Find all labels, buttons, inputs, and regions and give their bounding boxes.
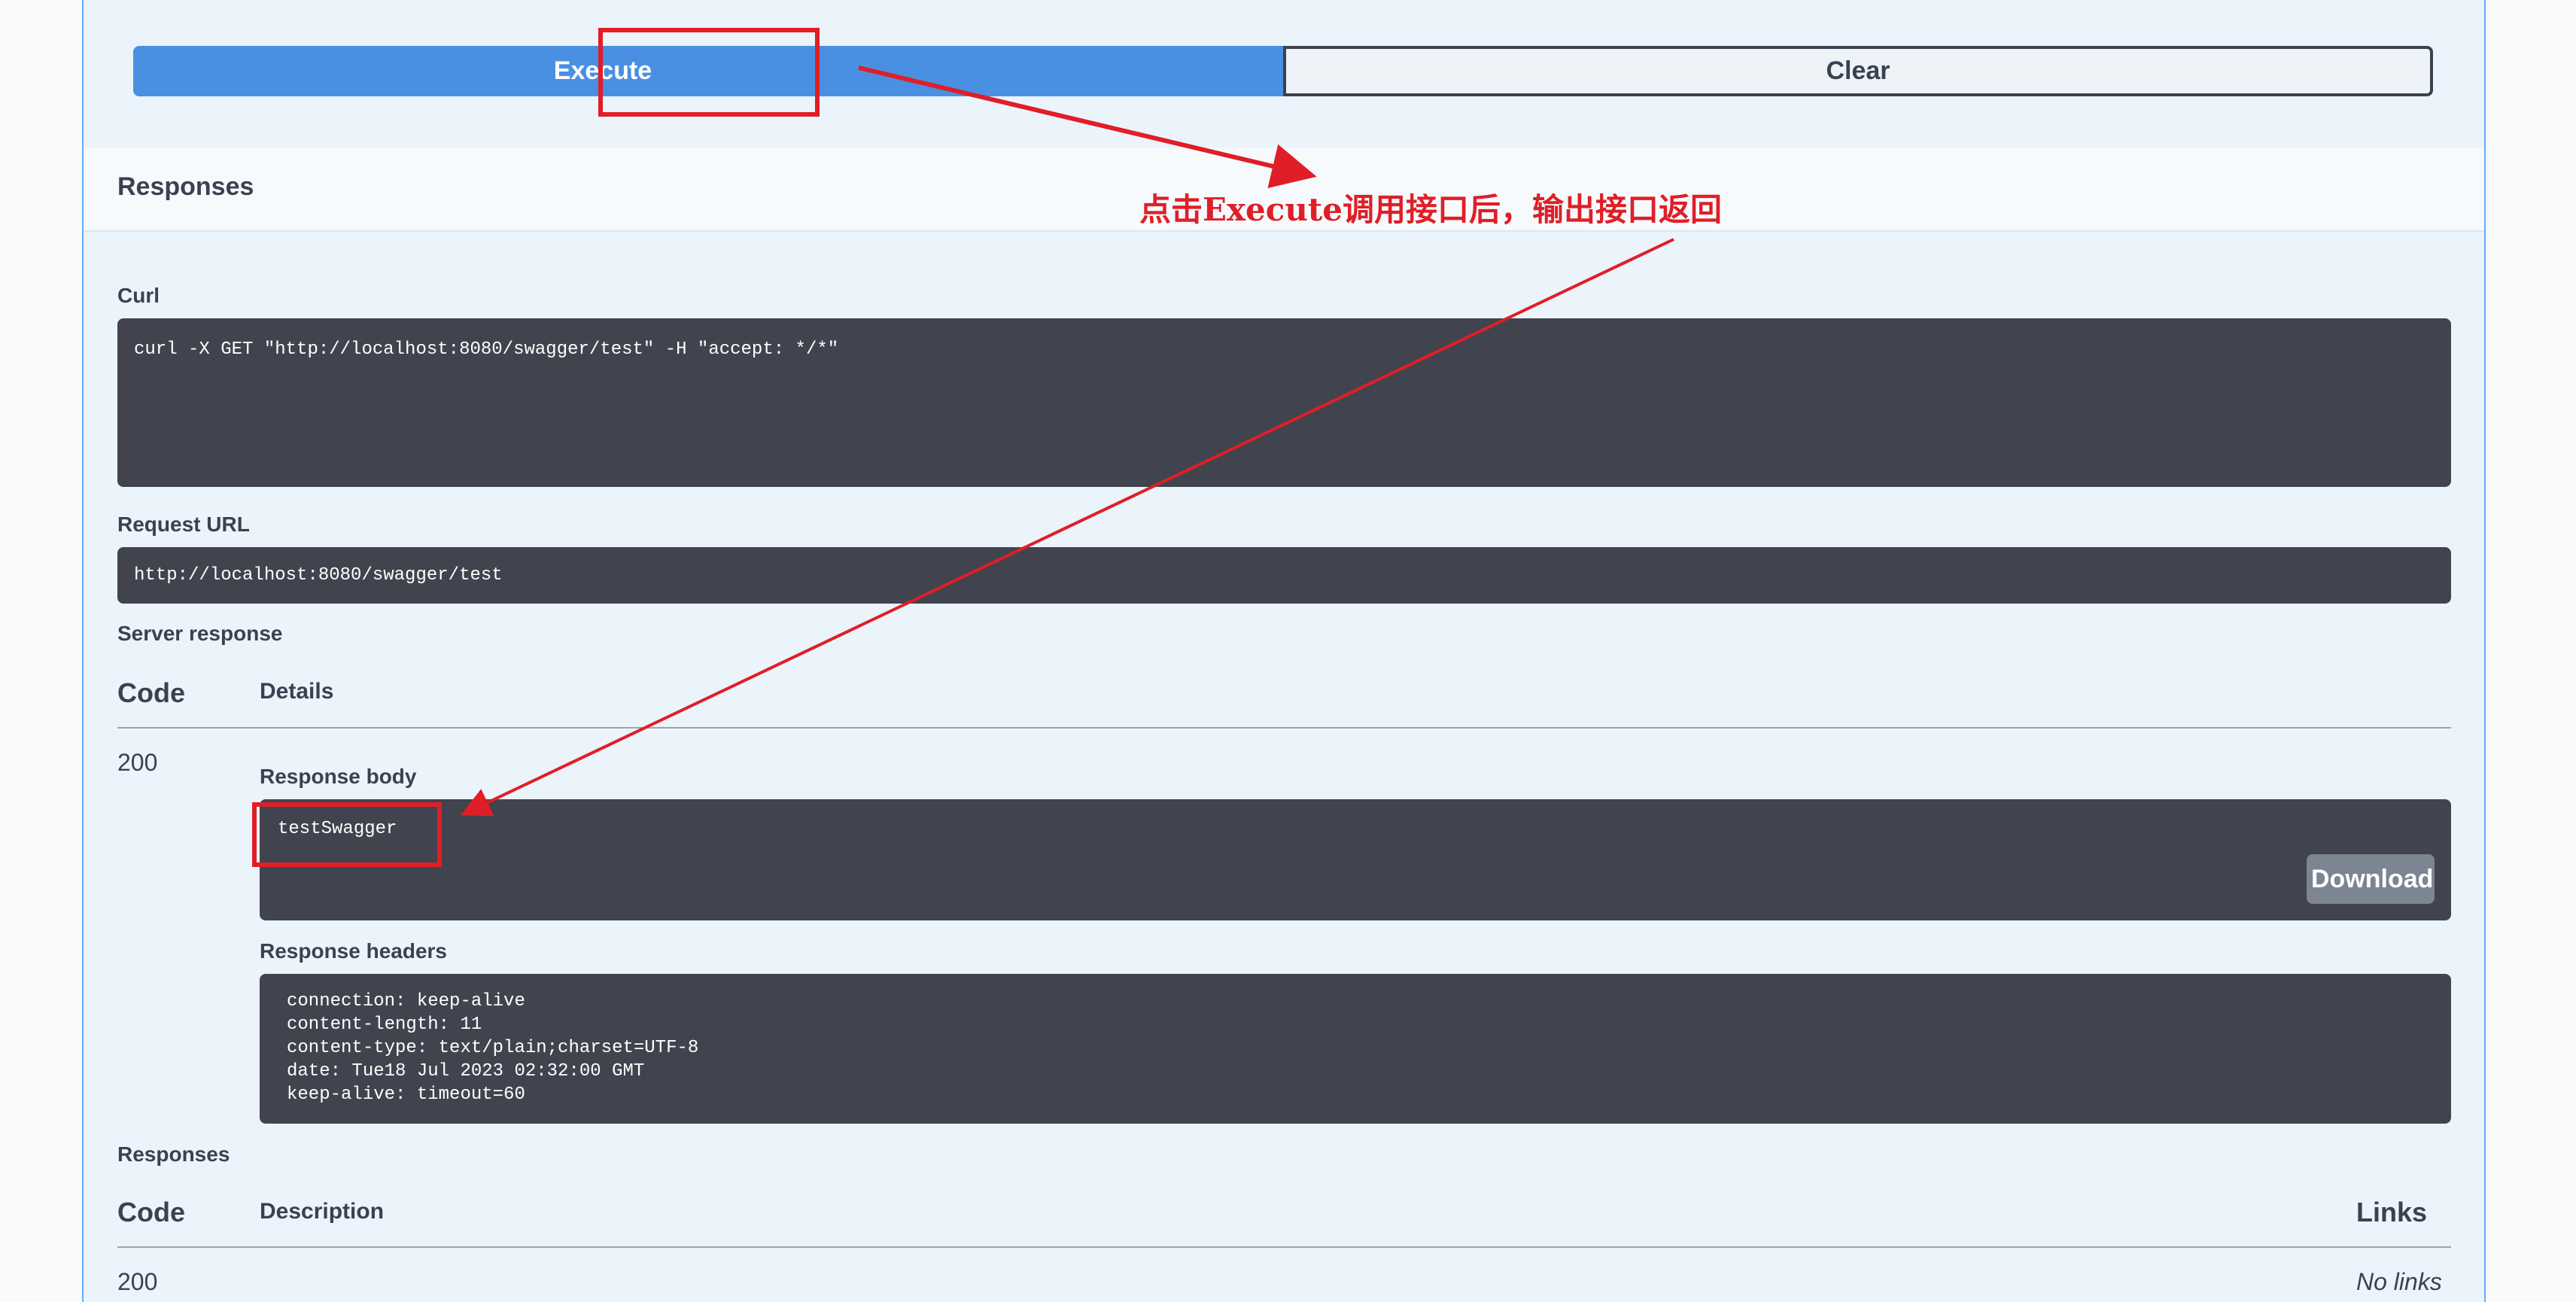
annotation-arrows <box>460 65 1674 817</box>
arrow-text-to-response <box>460 238 1674 817</box>
arrow-execute-to-text <box>858 65 1317 189</box>
